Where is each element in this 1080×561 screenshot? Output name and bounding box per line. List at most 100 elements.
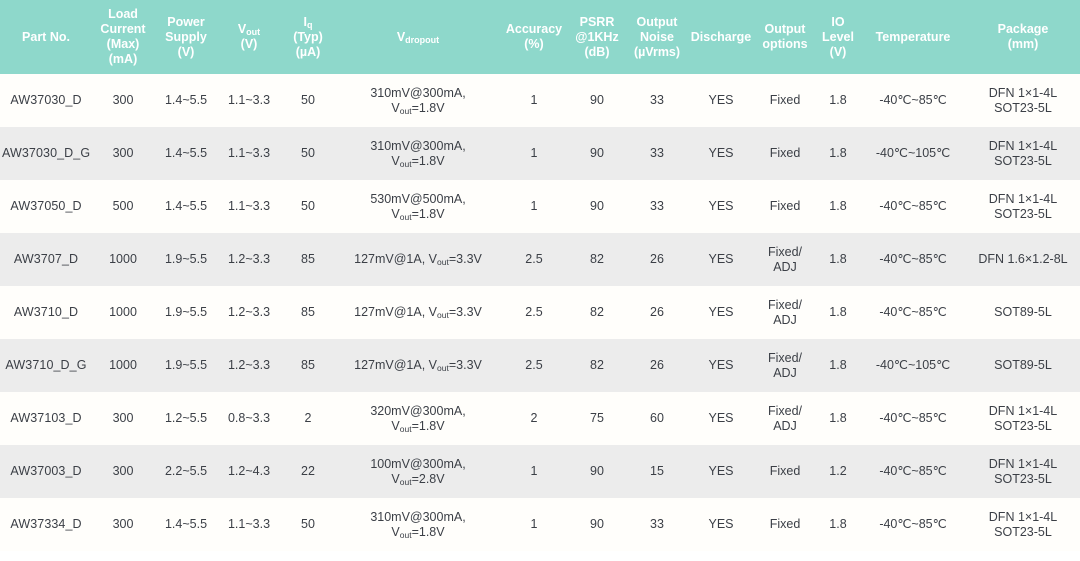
- vdropout-value: 127mV@1A, Vout=3.3V: [354, 305, 482, 319]
- cell-io-level: 1.2: [816, 445, 860, 498]
- vout-value: =3.3V: [448, 358, 482, 372]
- cell-vdropout: 310mV@300mA, Vout=1.8V: [336, 74, 500, 127]
- cell-package: SOT89-5L: [966, 286, 1080, 339]
- vout-symbol: V: [428, 305, 438, 319]
- vout-value: =1.8V: [411, 418, 445, 433]
- cell-line: Fixed: [769, 517, 801, 531]
- cell-temperature: -40℃~85℃: [860, 498, 966, 551]
- cell-io-level: 1.8: [816, 180, 860, 233]
- cell-temperature: -40℃~85℃: [860, 180, 966, 233]
- cell-vdropout: 320mV@300mA, Vout=1.8V: [336, 392, 500, 445]
- vout-symbol: V: [391, 100, 400, 115]
- table-row: AW37003_D 300 2.2~5.5 1.2~4.3 22 100mV@300mA,…: [0, 445, 1080, 498]
- cell-power-supply: 1.9~5.5: [154, 286, 218, 339]
- cell-iq: 85: [280, 233, 336, 286]
- cell-power-supply: 1.4~5.5: [154, 127, 218, 180]
- cell-line: DFN 1×1-4L: [988, 138, 1058, 153]
- cell-psrr: 90: [568, 127, 626, 180]
- cell-output-options: Fixed/ADJ: [754, 392, 816, 445]
- cell-psrr: 90: [568, 445, 626, 498]
- cell-part-no: AW37030_D_G: [0, 127, 92, 180]
- ldo-spec-table: Part No. Load Current (Max) (mA) Power S…: [0, 0, 1080, 551]
- cell-psrr: 82: [568, 286, 626, 339]
- cell-output-noise: 15: [626, 445, 688, 498]
- cell-line: Fixed: [769, 93, 801, 107]
- cell-discharge: YES: [688, 233, 754, 286]
- cell-vdropout: 127mV@1A, Vout=3.3V: [336, 233, 500, 286]
- cell-accuracy: 1: [500, 180, 568, 233]
- cell-temperature: -40℃~85℃: [860, 233, 966, 286]
- cell-power-supply: 1.9~5.5: [154, 339, 218, 392]
- cell-power-supply: 1.2~5.5: [154, 392, 218, 445]
- vout-value: =1.8V: [411, 206, 445, 221]
- cell-output-options: Fixed: [754, 180, 816, 233]
- cell-discharge: YES: [688, 74, 754, 127]
- cell-load-current: 1000: [92, 339, 154, 392]
- vout-subscript: out: [437, 257, 449, 267]
- cell-power-supply: 1.4~5.5: [154, 74, 218, 127]
- vout-subscript: out: [246, 27, 261, 37]
- cell-output-options: Fixed: [754, 74, 816, 127]
- cell-iq: 85: [280, 286, 336, 339]
- cell-part-no: AW37050_D: [0, 180, 92, 233]
- vout-value: =2.8V: [411, 471, 445, 486]
- cell-iq: 50: [280, 180, 336, 233]
- cell-line: 127mV@1A,: [354, 305, 429, 319]
- cell-line: 310mV@300mA,: [370, 85, 466, 100]
- cell-temperature: -40℃~85℃: [860, 286, 966, 339]
- cell-io-level: 1.8: [816, 74, 860, 127]
- cell-line: 100mV@300mA,: [370, 456, 466, 471]
- cell-line: SOT23-5L: [994, 206, 1052, 221]
- cell-io-level: 1.8: [816, 498, 860, 551]
- cell-output-options: Fixed: [754, 127, 816, 180]
- cell-line: DFN 1×1-4L: [988, 456, 1058, 471]
- cell-vdropout: 127mV@1A, Vout=3.3V: [336, 339, 500, 392]
- cell-line: Fixed/: [767, 297, 803, 312]
- cell-accuracy: 2: [500, 392, 568, 445]
- cell-accuracy: 1: [500, 498, 568, 551]
- vdropout-value: 310mV@300mA, Vout=1.8V: [338, 510, 498, 540]
- column-header-psrr: PSRR @1KHz (dB): [568, 0, 626, 74]
- cell-accuracy: 1: [500, 445, 568, 498]
- cell-line: Fixed: [769, 146, 801, 160]
- table-row: AW3707_D 1000 1.9~5.5 1.2~3.3 85 127mV@1A, Vo…: [0, 233, 1080, 286]
- cell-iq: 85: [280, 339, 336, 392]
- vout-value: =1.8V: [411, 153, 445, 168]
- cell-part-no: AW37030_D: [0, 74, 92, 127]
- cell-line: 127mV@1A,: [354, 358, 429, 372]
- cell-line: Vout=1.8V: [338, 207, 498, 222]
- cell-temperature: -40℃~85℃: [860, 445, 966, 498]
- cell-discharge: YES: [688, 445, 754, 498]
- cell-load-current: 1000: [92, 233, 154, 286]
- cell-psrr: 90: [568, 498, 626, 551]
- vdropout-value: 310mV@300mA, Vout=1.8V: [338, 139, 498, 169]
- vout-subscript: out: [399, 529, 412, 540]
- cell-vdropout: 127mV@1A, Vout=3.3V: [336, 286, 500, 339]
- cell-output-noise: 33: [626, 127, 688, 180]
- cell-line: DFN 1×1-4L: [988, 85, 1058, 100]
- cell-psrr: 82: [568, 233, 626, 286]
- cell-discharge: YES: [688, 498, 754, 551]
- cell-line: DFN 1×1-4L: [988, 403, 1058, 418]
- vout-symbol: V: [391, 471, 400, 486]
- cell-output-options: Fixed: [754, 498, 816, 551]
- cell-power-supply: 1.4~5.5: [154, 180, 218, 233]
- cell-output-noise: 26: [626, 339, 688, 392]
- vout-symbol: V: [428, 252, 438, 266]
- cell-output-noise: 26: [626, 233, 688, 286]
- cell-line: Fixed/: [767, 350, 803, 365]
- cell-line: Vout=1.8V: [338, 101, 498, 116]
- cell-vout: 1.2~3.3: [218, 339, 280, 392]
- vout-subscript: out: [399, 423, 412, 434]
- cell-psrr: 90: [568, 74, 626, 127]
- vout-symbol: V: [391, 418, 400, 433]
- cell-accuracy: 2.5: [500, 286, 568, 339]
- cell-vdropout: 100mV@300mA, Vout=2.8V: [336, 445, 500, 498]
- cell-load-current: 300: [92, 127, 154, 180]
- cell-power-supply: 1.9~5.5: [154, 233, 218, 286]
- cell-line: DFN 1.6×1.2-8L: [978, 252, 1068, 266]
- cell-temperature: -40℃~85℃: [860, 74, 966, 127]
- vdropout-value: 320mV@300mA, Vout=1.8V: [338, 404, 498, 434]
- cell-line: SOT23-5L: [994, 524, 1052, 539]
- column-header-part-no: Part No.: [0, 0, 92, 74]
